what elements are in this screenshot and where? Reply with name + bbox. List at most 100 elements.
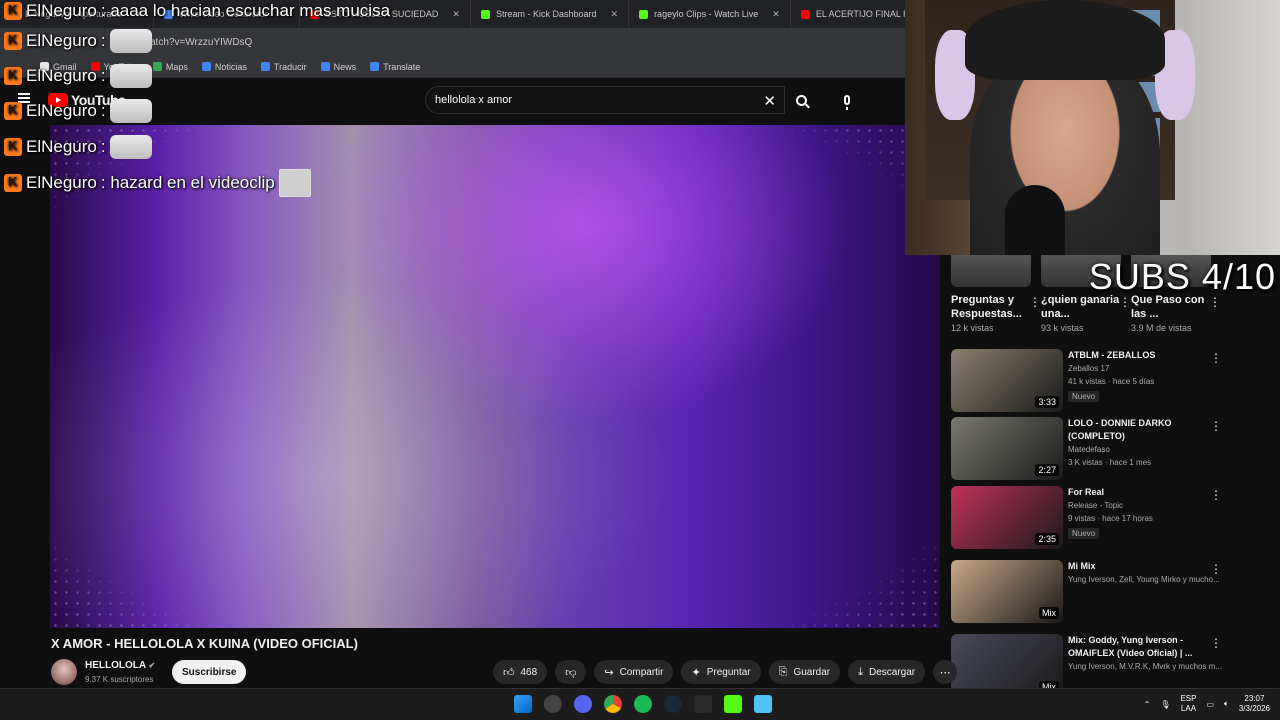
tab-favicon-icon bbox=[480, 9, 490, 19]
search-query[interactable]: hellolola x amor bbox=[435, 94, 512, 106]
subs-goal: SUBS 4/10 bbox=[1088, 256, 1276, 297]
video-title-link[interactable]: Mix: Goddy, Yung Iverson - OMAIFLEX (Vid… bbox=[1068, 634, 1208, 660]
short-title[interactable]: Preguntas y Respuestas... bbox=[951, 293, 1031, 321]
short-item[interactable]: Preguntas y Respuestas... 12 k vistas ⋮ bbox=[951, 255, 1041, 333]
video-channel[interactable]: Matedefaso bbox=[1068, 445, 1110, 454]
more-options-icon[interactable]: ⋮ bbox=[1029, 295, 1041, 309]
close-tab-icon[interactable]: ✕ bbox=[772, 9, 780, 20]
kick-icon[interactable] bbox=[724, 695, 742, 713]
more-options-icon[interactable]: ⋮ bbox=[1210, 351, 1222, 365]
share-button[interactable]: ↪ Compartir bbox=[594, 660, 674, 684]
video-title-link[interactable]: ATBLM - ZEBALLOS bbox=[1068, 349, 1208, 362]
chat-emote bbox=[109, 99, 152, 123]
bookmark-label: Traducir bbox=[273, 61, 307, 72]
video-channel[interactable]: Release - Topic bbox=[1068, 501, 1123, 510]
video-title-link[interactable]: Mi Mix bbox=[1068, 560, 1208, 573]
bookmark-item[interactable]: Maps bbox=[152, 62, 188, 72]
more-options-icon[interactable]: ⋮ bbox=[1210, 419, 1222, 433]
video-thumbnail[interactable]: 2:35 bbox=[951, 486, 1063, 549]
video-thumbnail[interactable]: 3:33 bbox=[951, 349, 1063, 412]
spotify-icon[interactable] bbox=[634, 695, 652, 713]
volume-icon[interactable]: 🔈︎ bbox=[1224, 699, 1229, 709]
browser-tab[interactable]: EL ACERTIJO FINAL RESUE✕ bbox=[791, 0, 905, 28]
kick-badge-icon bbox=[4, 174, 22, 192]
verified-icon: ✔ bbox=[148, 661, 156, 670]
ask-button[interactable]: ✦ Preguntar bbox=[681, 660, 761, 684]
chat-emote bbox=[278, 169, 311, 197]
short-views: 93 k vistas bbox=[1041, 323, 1084, 333]
channel-name[interactable]: HELLOLOLA ✔ bbox=[85, 660, 155, 671]
channel-name-text[interactable]: HELLOLOLA bbox=[85, 660, 146, 671]
bookmark-item[interactable]: Traducir bbox=[260, 61, 307, 72]
browser-tab[interactable]: rageylo Clips - Watch Live ✕ bbox=[629, 0, 791, 28]
video-title-link[interactable]: For Real bbox=[1068, 486, 1208, 499]
notepad-icon[interactable] bbox=[754, 695, 772, 713]
share-label: Compartir bbox=[619, 666, 664, 678]
bookmark-item[interactable]: Noticias bbox=[201, 62, 247, 72]
subscribe-button[interactable]: Suscribirse bbox=[172, 660, 247, 684]
bookmark-item[interactable]: News bbox=[320, 62, 356, 72]
recommended-video[interactable]: 2:27 LOLO - DONNIE DARKO (COMPLETO) Matede… bbox=[950, 417, 1230, 481]
search-input[interactable]: hellolola x amor ✕ bbox=[425, 86, 785, 114]
kick-badge-icon bbox=[4, 102, 22, 120]
video-player[interactable] bbox=[50, 125, 940, 628]
windows-start-icon[interactable] bbox=[514, 695, 532, 713]
more-options-icon[interactable]: ⋮ bbox=[1210, 562, 1222, 576]
download-label: Descargar bbox=[869, 666, 916, 678]
epic-games-icon[interactable] bbox=[694, 695, 712, 713]
ask-label: Preguntar bbox=[706, 666, 751, 678]
steam-icon[interactable] bbox=[664, 695, 682, 713]
video-meta: 3 K vistas · hace 1 mes bbox=[1068, 458, 1152, 467]
video-title-link[interactable]: LOLO - DONNIE DARKO (COMPLETO) bbox=[1068, 417, 1208, 443]
more-options-icon[interactable]: ⋮ bbox=[1210, 488, 1222, 502]
video-channel[interactable]: Zeballos 17 bbox=[1068, 364, 1109, 373]
video-thumbnail[interactable]: Mix bbox=[951, 560, 1063, 623]
voice-search-button[interactable] bbox=[834, 87, 860, 113]
video-channel[interactable]: Yung Iverson, M.V.R.K, Mvrk y muchos m..… bbox=[1068, 662, 1222, 671]
browser-tab[interactable]: Stream - Kick Dashboard ✕ bbox=[471, 0, 630, 28]
dislike-button[interactable]: 👎︎ bbox=[555, 660, 587, 684]
tray-mic-icon[interactable]: 🎙︎ bbox=[1160, 700, 1170, 709]
network-icon[interactable]: ▭ bbox=[1206, 700, 1214, 709]
clear-search-icon[interactable]: ✕ bbox=[763, 92, 776, 110]
recommended-video[interactable]: 2:35 For Real Release - Topic 9 vistas · ha… bbox=[950, 486, 1230, 550]
bookmark-item[interactable]: Translate bbox=[370, 62, 420, 72]
chrome-icon[interactable] bbox=[604, 695, 622, 713]
more-options-icon[interactable]: ⋮ bbox=[1210, 636, 1222, 650]
obs-icon[interactable] bbox=[544, 695, 562, 713]
chat-message: ElNeguro: bbox=[4, 29, 152, 53]
video-channel[interactable]: Yung Iverson, Zell, Young Mirko y mucho.… bbox=[1068, 575, 1220, 584]
bookmark-icon bbox=[320, 62, 330, 71]
kick-badge-icon bbox=[4, 67, 22, 85]
tray-overflow-icon[interactable]: ⌃ bbox=[1144, 700, 1151, 709]
chat-username: ElNeguro bbox=[26, 66, 97, 85]
close-tab-icon[interactable]: ✕ bbox=[611, 9, 619, 20]
video-meta: 9 vistas · hace 17 horas bbox=[1068, 514, 1153, 523]
url-text[interactable]: atch?v=WrzzuYIWDsQ bbox=[150, 37, 252, 48]
short-views: 12 k vistas bbox=[951, 323, 994, 333]
video-meta: 41 k vistas · hace 5 días bbox=[1068, 377, 1155, 386]
like-button[interactable]: 👍︎ 468 bbox=[493, 660, 548, 684]
tab-label: rageylo Clips - Watch Live bbox=[654, 9, 759, 19]
tab-favicon-icon bbox=[800, 9, 810, 19]
chat-emote bbox=[109, 29, 152, 53]
subscriber-count: 9.37 K suscriptores bbox=[85, 675, 154, 684]
clock-date: 3/3/2026 bbox=[1238, 704, 1270, 713]
save-button[interactable]: ⎘ Guardar bbox=[768, 660, 841, 684]
short-thumbnail[interactable] bbox=[951, 255, 1031, 287]
search-button[interactable] bbox=[786, 86, 816, 114]
discord-icon[interactable] bbox=[574, 695, 592, 713]
recommended-video[interactable]: Mix Mi Mix Yung Iverson, Zell, Young Mirko… bbox=[950, 560, 1230, 624]
download-button[interactable]: ⤓ Descargar bbox=[848, 660, 926, 684]
clock[interactable]: 23:07 3/3/2026 bbox=[1239, 694, 1270, 714]
close-tab-icon[interactable]: ✕ bbox=[452, 9, 460, 20]
kick-badge-icon bbox=[4, 2, 22, 20]
language-indicator[interactable]: ESP LAA bbox=[1180, 694, 1196, 714]
chat-text: : bbox=[100, 31, 106, 50]
more-actions-button[interactable]: ⋯ bbox=[933, 660, 958, 684]
recommended-video[interactable]: 3:33 ATBLM - ZEBALLOS Zeballos 17 41 k vist… bbox=[950, 349, 1230, 413]
more-horizontal-icon: ⋯ bbox=[939, 666, 951, 679]
channel-avatar[interactable] bbox=[51, 659, 77, 685]
chat-text: : aaaa lo hacian escuchar mas mucisa bbox=[100, 1, 391, 20]
video-thumbnail[interactable]: 2:27 bbox=[951, 417, 1063, 480]
